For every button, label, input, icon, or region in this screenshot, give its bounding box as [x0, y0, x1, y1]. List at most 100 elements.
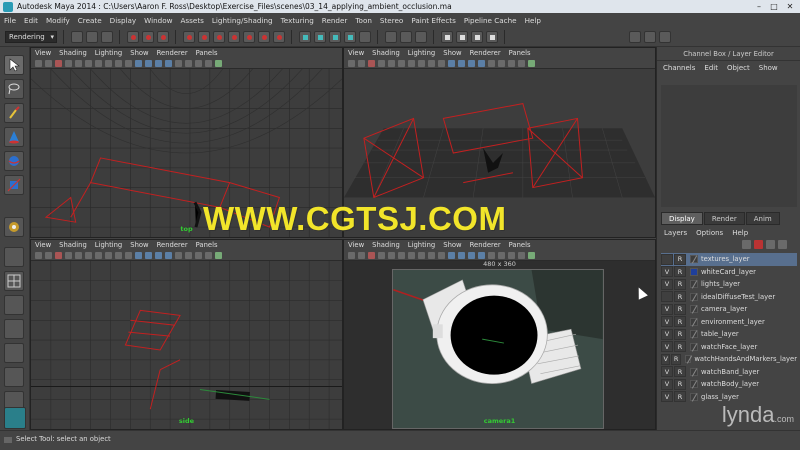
render-toggle[interactable]: R: [674, 253, 686, 265]
xray-joints-icon[interactable]: [528, 59, 535, 67]
cb-menu-object[interactable]: Object: [727, 64, 750, 72]
layer-color-swatch[interactable]: [690, 267, 698, 276]
isolate-select-icon[interactable]: [508, 251, 515, 259]
select-dynamics-icon[interactable]: [258, 30, 270, 43]
layer-color-swatch[interactable]: [690, 255, 698, 264]
four-pane-layout-icon[interactable]: [4, 271, 24, 291]
layer-row[interactable]: V R whiteCard_layer: [661, 266, 797, 279]
select-joints-icon[interactable]: [198, 30, 210, 43]
menu-pipeline-cache[interactable]: Pipeline Cache: [464, 16, 517, 25]
layer-row[interactable]: V R environment_layer: [661, 316, 797, 329]
image-plane-icon[interactable]: [378, 251, 385, 259]
hypershade-layout-icon[interactable]: [4, 343, 24, 363]
visibility-toggle[interactable]: V: [661, 303, 673, 315]
field-chart-icon[interactable]: [115, 251, 122, 259]
close-button[interactable]: ✕: [783, 1, 797, 11]
menu-paint-effects[interactable]: Paint Effects: [411, 16, 456, 25]
safe-action-icon[interactable]: [438, 251, 445, 259]
grid-toggle-icon[interactable]: [75, 251, 82, 259]
render-toggle[interactable]: R: [674, 278, 686, 290]
wireframe-icon[interactable]: [448, 251, 455, 259]
single-pane-layout-icon[interactable]: [4, 247, 24, 267]
layer-options-icon[interactable]: [778, 240, 787, 249]
visibility-toggle[interactable]: [661, 291, 673, 303]
output-history-icon[interactable]: [400, 30, 412, 43]
smooth-shade-icon[interactable]: [458, 251, 465, 259]
menu-set-dropdown[interactable]: Rendering ▾: [5, 30, 57, 43]
image-plane-icon[interactable]: [65, 251, 72, 259]
vp-menu-show[interactable]: Show: [130, 241, 148, 249]
menu-display[interactable]: Display: [110, 16, 137, 25]
wireframe-on-shaded-icon[interactable]: [468, 59, 475, 67]
film-gate-icon[interactable]: [398, 59, 405, 67]
graph-editor-layout-icon[interactable]: [4, 367, 24, 387]
visibility-toggle[interactable]: V: [661, 391, 673, 403]
menu-window[interactable]: Window: [144, 16, 172, 25]
select-hierarchy-icon[interactable]: [127, 30, 139, 43]
menu-toon[interactable]: Toon: [355, 16, 372, 25]
paint-select-tool-icon[interactable]: [4, 103, 24, 123]
layer-row[interactable]: V R watchFace_layer: [661, 341, 797, 354]
menu-assets[interactable]: Assets: [181, 16, 204, 25]
gate-mask-icon[interactable]: [418, 251, 425, 259]
wireframe-icon[interactable]: [135, 59, 142, 67]
smooth-shade-icon[interactable]: [145, 251, 152, 259]
vp-menu-renderer[interactable]: Renderer: [157, 241, 188, 249]
vp-menu-lighting[interactable]: Lighting: [408, 241, 435, 249]
select-surfaces-icon[interactable]: [228, 30, 240, 43]
make-live-icon[interactable]: [359, 30, 371, 43]
shadows-icon[interactable]: [498, 59, 505, 67]
le-menu-help[interactable]: Help: [732, 229, 748, 237]
vp-menu-panels[interactable]: Panels: [196, 241, 218, 249]
bookmark-icon[interactable]: [55, 251, 62, 259]
snap-point-icon[interactable]: [329, 30, 341, 43]
isolate-select-icon[interactable]: [508, 59, 515, 67]
camera-icon[interactable]: [348, 59, 355, 67]
select-handles-icon[interactable]: [183, 30, 195, 43]
input-history-icon[interactable]: [385, 30, 397, 43]
xray-icon[interactable]: [518, 251, 525, 259]
xray-joints-icon[interactable]: [215, 59, 222, 67]
select-object-icon[interactable]: [142, 30, 154, 43]
resolution-gate-icon[interactable]: [408, 59, 415, 67]
render-toggle[interactable]: R: [674, 328, 686, 340]
layer-row[interactable]: V R watchBand_layer: [661, 366, 797, 379]
field-chart-icon[interactable]: [428, 251, 435, 259]
vp-menu-show[interactable]: Show: [130, 49, 148, 57]
channel-box-body[interactable]: [661, 85, 797, 207]
smooth-shade-icon[interactable]: [145, 59, 152, 67]
render-current-frame-icon[interactable]: [456, 30, 468, 43]
use-all-lights-icon[interactable]: [175, 251, 182, 259]
cb-menu-edit[interactable]: Edit: [704, 64, 718, 72]
vp-menu-shading[interactable]: Shading: [59, 241, 87, 249]
construction-history-icon[interactable]: [415, 30, 427, 43]
help-line-toggle-icon[interactable]: [4, 437, 12, 443]
gate-mask-icon[interactable]: [418, 59, 425, 67]
wireframe-icon[interactable]: [448, 59, 455, 67]
camera-icon[interactable]: [35, 251, 42, 259]
render-toggle[interactable]: R: [674, 366, 686, 378]
vp-menu-lighting[interactable]: Lighting: [95, 49, 122, 57]
smooth-shade-icon[interactable]: [458, 59, 465, 67]
camera-attr-icon[interactable]: [45, 251, 52, 259]
safe-action-icon[interactable]: [125, 59, 132, 67]
new-scene-icon[interactable]: [71, 30, 83, 43]
layer-color-swatch[interactable]: [690, 292, 698, 301]
layer-color-swatch[interactable]: [690, 380, 698, 389]
vp-menu-shading[interactable]: Shading: [372, 49, 400, 57]
vp-menu-lighting[interactable]: Lighting: [95, 241, 122, 249]
layer-color-swatch[interactable]: [690, 342, 698, 351]
new-layer-icon[interactable]: [754, 240, 763, 249]
wireframe-on-shaded-icon[interactable]: [155, 251, 162, 259]
textured-icon[interactable]: [478, 251, 485, 259]
ipr-render-icon[interactable]: [471, 30, 483, 43]
menu-texturing[interactable]: Texturing: [281, 16, 314, 25]
camera-attr-icon[interactable]: [358, 59, 365, 67]
layer-row[interactable]: V R camera_layer: [661, 303, 797, 316]
layer-color-swatch[interactable]: [690, 392, 698, 401]
visibility-toggle[interactable]: V: [661, 266, 673, 278]
vp-menu-panels[interactable]: Panels: [509, 241, 531, 249]
safe-action-icon[interactable]: [438, 59, 445, 67]
vp-menu-lighting[interactable]: Lighting: [408, 49, 435, 57]
gate-mask-icon[interactable]: [105, 251, 112, 259]
